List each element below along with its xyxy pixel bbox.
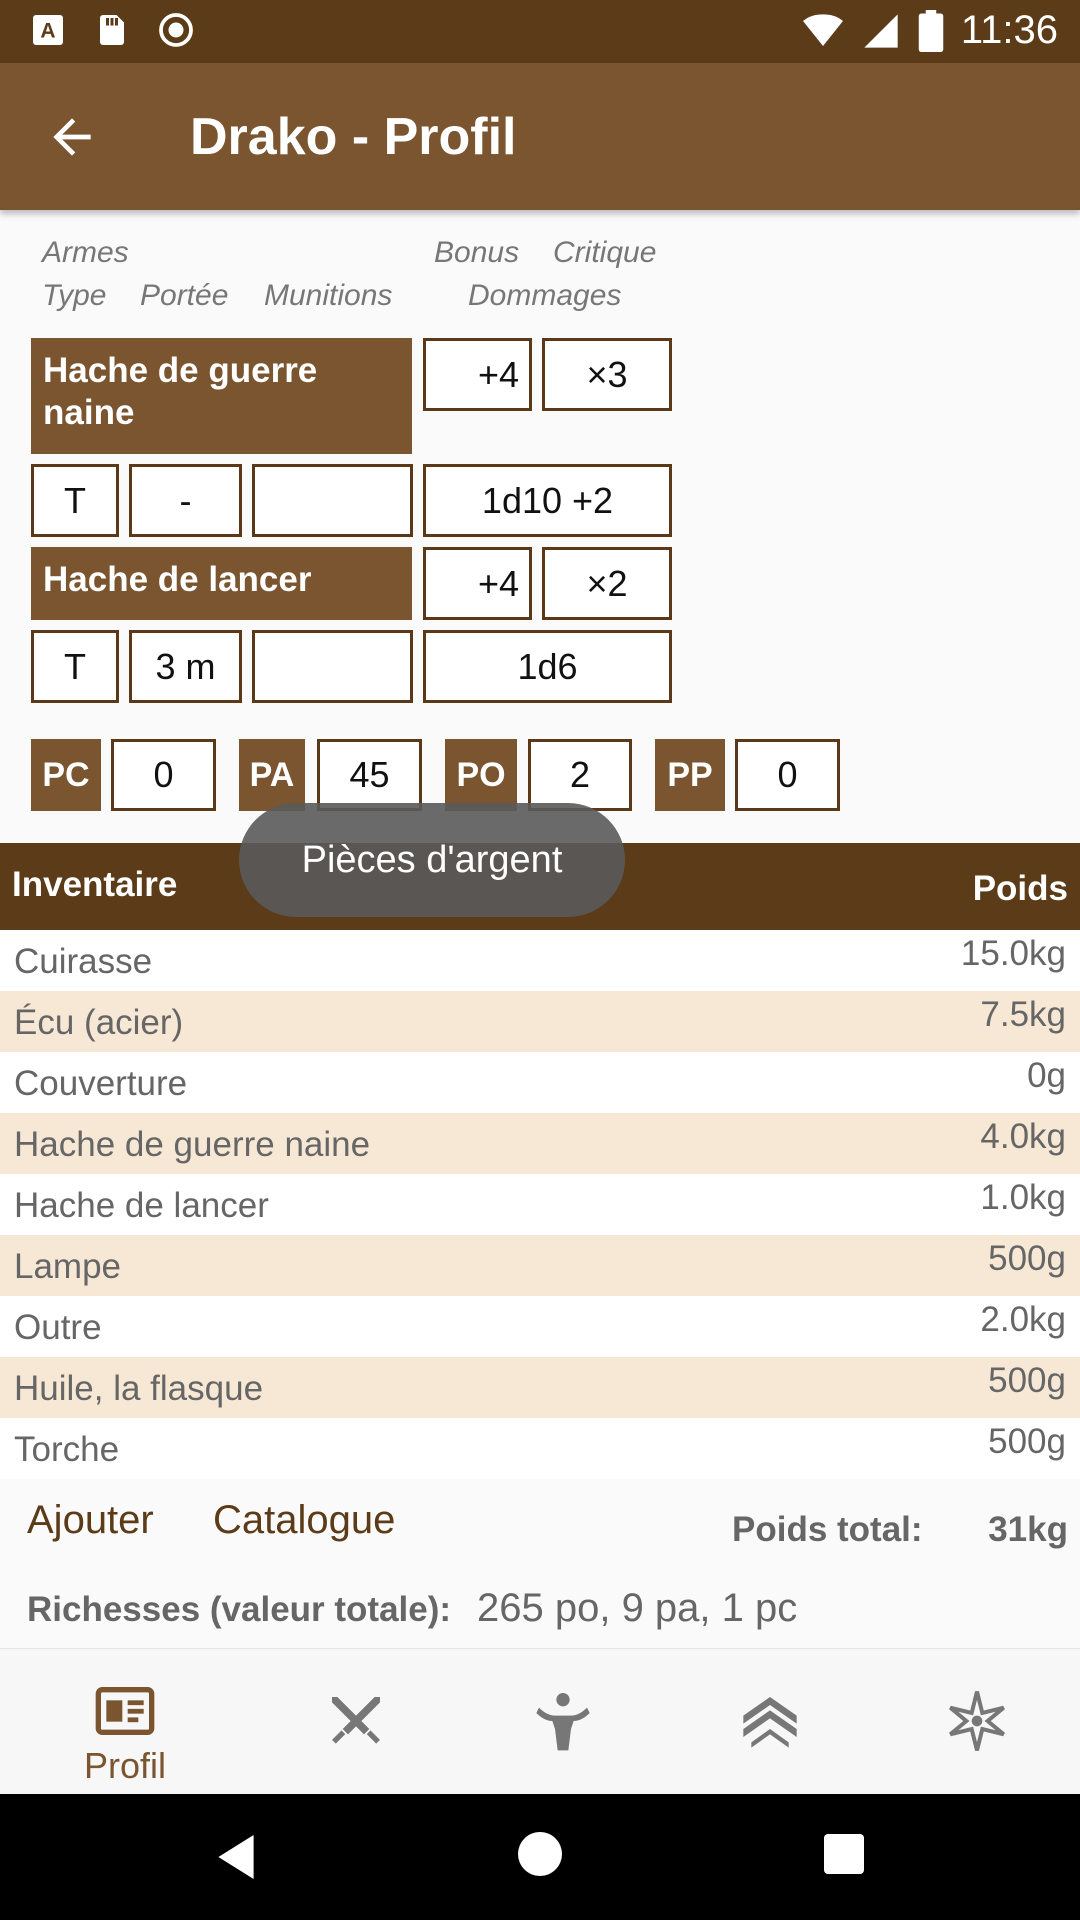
sd-card-icon	[100, 15, 124, 45]
system-navigation-bar	[0, 1794, 1080, 1920]
money-input-pa[interactable]: 45	[317, 739, 422, 811]
item-weight: 1.0kg	[980, 1178, 1066, 1217]
text-format-icon: A	[33, 15, 63, 45]
list-item[interactable]: Outre 2.0kg	[0, 1296, 1080, 1357]
inventory-title: Inventaire	[12, 865, 178, 904]
weapon-range[interactable]: -	[129, 464, 242, 537]
list-item[interactable]: Huile, la flasque 500g	[0, 1357, 1080, 1418]
system-home-icon[interactable]	[518, 1832, 562, 1876]
system-back-icon[interactable]	[214, 1832, 258, 1882]
item-weight: 15.0kg	[960, 934, 1066, 973]
item-name: Couverture	[14, 1064, 188, 1103]
item-name: Hache de lancer	[14, 1186, 269, 1225]
nav-label-profil: Profil	[83, 1745, 167, 1786]
strength-figure-icon	[536, 1693, 590, 1751]
list-item[interactable]: Hache de lancer 1.0kg	[0, 1174, 1080, 1235]
list-item[interactable]: Torche 500g	[0, 1418, 1080, 1479]
list-item[interactable]: Hache de guerre naine 4.0kg	[0, 1113, 1080, 1174]
header-portee: Portée	[140, 279, 229, 312]
weapon-name[interactable]: Hache de guerre naine	[31, 338, 412, 454]
header-dommages: Dommages	[468, 279, 622, 312]
header-critique: Critique	[553, 236, 657, 269]
status-bar: A 11:36	[0, 0, 1080, 63]
item-weight: 2.0kg	[980, 1300, 1066, 1339]
item-name: Écu (acier)	[14, 1003, 184, 1042]
item-weight: 500g	[988, 1239, 1066, 1278]
weapon-name[interactable]: Hache de lancer	[31, 547, 412, 620]
money-input-po[interactable]: 2	[528, 739, 632, 811]
item-weight: 500g	[988, 1422, 1066, 1461]
item-weight: 7.5kg	[980, 995, 1066, 1034]
weapon-ammo[interactable]	[252, 630, 413, 703]
item-name: Huile, la flasque	[14, 1369, 264, 1408]
money-label-pa: PA	[239, 739, 305, 811]
wealth-value: 265 po, 9 pa, 1 pc	[477, 1586, 798, 1630]
nav-item-rank[interactable]	[662, 1649, 878, 1795]
header-armes: Armes	[42, 236, 129, 269]
wifi-icon	[802, 13, 843, 46]
list-item[interactable]: Lampe 500g	[0, 1235, 1080, 1296]
list-item[interactable]: Écu (acier) 7.5kg	[0, 991, 1080, 1052]
item-name: Outre	[14, 1308, 102, 1347]
add-button[interactable]: Ajouter	[27, 1498, 154, 1543]
back-arrow-icon[interactable]	[44, 109, 100, 165]
bottom-navigation: Profil	[0, 1648, 1080, 1794]
header-type: Type	[42, 279, 107, 312]
item-name: Hache de guerre naine	[14, 1125, 371, 1164]
weapon-damage[interactable]: 1d6	[423, 630, 672, 703]
item-weight: 0g	[1027, 1056, 1066, 1095]
inventory-list: Cuirasse 15.0kg Écu (acier) 7.5kg Couvertu…	[0, 930, 1080, 1479]
weapon-type[interactable]: T	[31, 464, 119, 537]
weight-column-header: Poids	[972, 869, 1068, 908]
weapon-ammo[interactable]	[252, 464, 413, 537]
svg-text:A: A	[40, 20, 55, 43]
money-label-po: PO	[445, 739, 517, 811]
battery-icon	[918, 9, 944, 52]
weapon-critical[interactable]: ×3	[542, 338, 672, 411]
weapon-critical[interactable]: ×2	[542, 547, 672, 620]
list-item[interactable]: Couverture 0g	[0, 1052, 1080, 1113]
catalog-button[interactable]: Catalogue	[213, 1498, 395, 1543]
nav-item-abilities[interactable]	[455, 1649, 671, 1795]
record-icon	[159, 13, 193, 47]
wealth-label: Richesses (valeur totale):	[27, 1590, 452, 1629]
money-label-pp: PP	[655, 739, 725, 811]
system-recents-icon[interactable]	[824, 1834, 864, 1874]
crossed-weapons-icon	[332, 1697, 380, 1744]
profile-card-icon	[95, 1687, 155, 1735]
signal-icon	[864, 13, 898, 48]
rank-chevrons-icon	[743, 1697, 797, 1748]
magic-star-icon	[949, 1691, 1005, 1751]
item-weight: 500g	[988, 1361, 1066, 1400]
total-weight-label: Poids total:	[732, 1510, 923, 1549]
header-munitions: Munitions	[264, 279, 393, 312]
item-name: Lampe	[14, 1247, 122, 1286]
page-title: Drako - Profil	[190, 108, 517, 166]
weapon-type[interactable]: T	[31, 630, 119, 703]
toast-message: Pièces d'argent	[239, 803, 625, 917]
item-name: Torche	[14, 1430, 120, 1469]
list-item[interactable]: Cuirasse 15.0kg	[0, 930, 1080, 991]
weapon-bonus[interactable]: +4	[423, 338, 532, 411]
total-weight-value: 31kg	[988, 1510, 1068, 1549]
weapon-damage[interactable]: 1d10 +2	[423, 464, 672, 537]
money-label-pc: PC	[31, 739, 101, 811]
item-name: Cuirasse	[14, 942, 153, 981]
weapon-bonus[interactable]: +4	[423, 547, 532, 620]
nav-item-magic[interactable]	[869, 1649, 1080, 1795]
item-weight: 4.0kg	[980, 1117, 1066, 1156]
nav-item-weapons[interactable]	[248, 1649, 464, 1795]
money-input-pp[interactable]: 0	[735, 739, 840, 811]
money-input-pc[interactable]: 0	[111, 739, 216, 811]
app-bar: Drako - Profil	[0, 63, 1080, 210]
header-bonus: Bonus	[434, 236, 520, 269]
clock: 11:36	[960, 8, 1058, 52]
weapon-range[interactable]: 3 m	[129, 630, 242, 703]
nav-item-profil[interactable]: Profil	[17, 1649, 233, 1795]
